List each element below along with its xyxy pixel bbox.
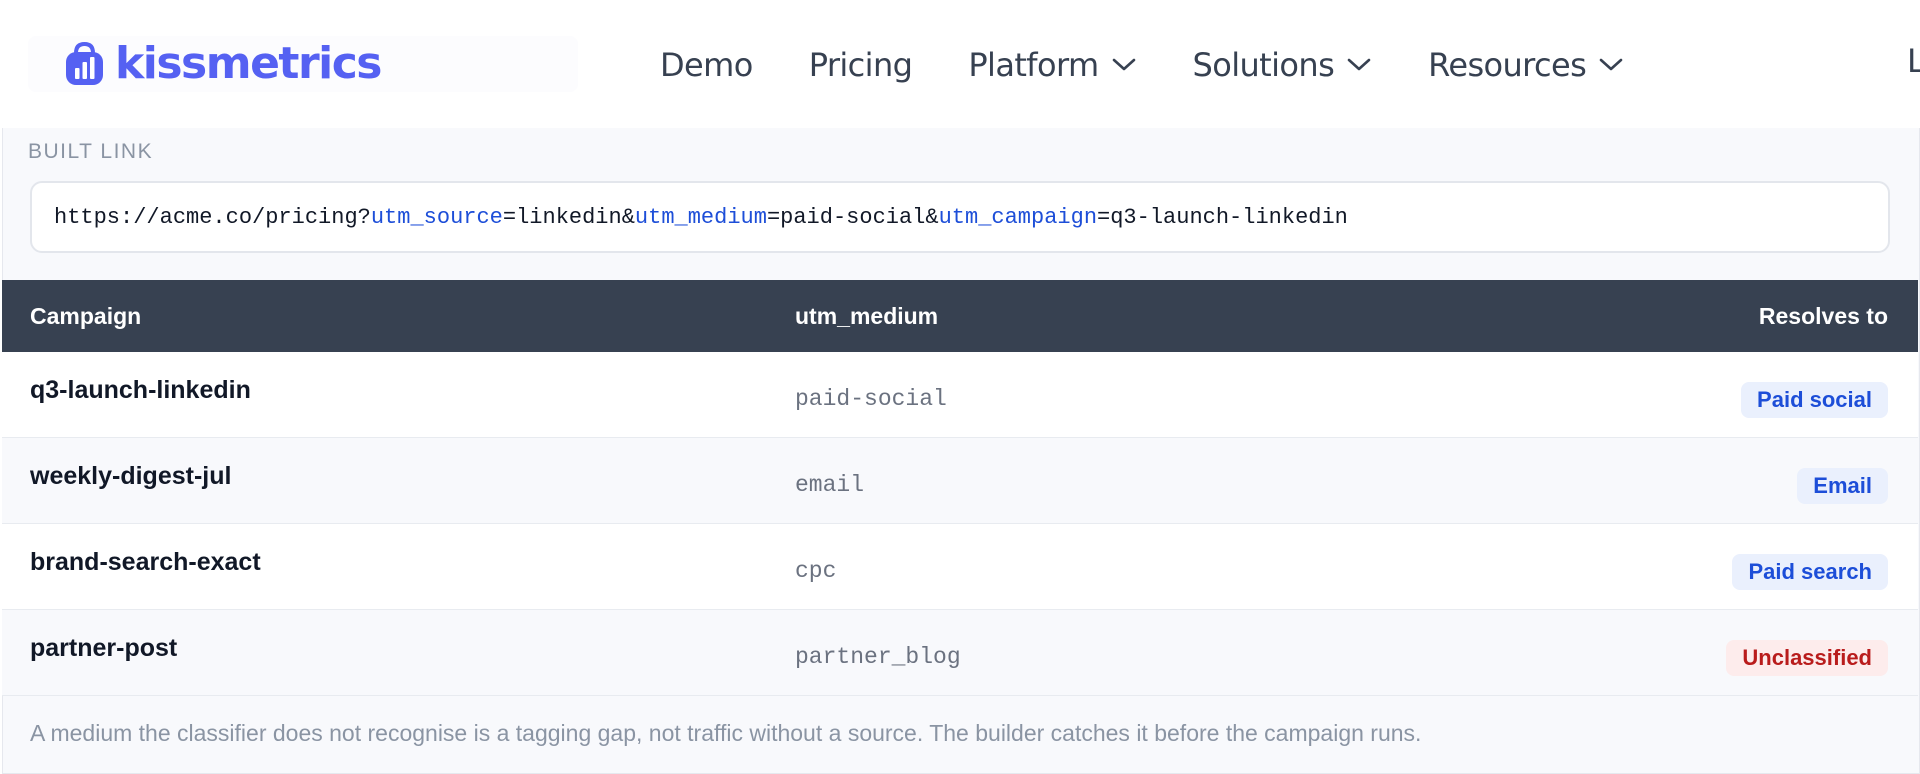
logo-bag-chart-icon [66,41,103,85]
nav-item-label: Platform [968,46,1099,84]
chevron-down-icon [1112,58,1135,71]
campaign-name: weekly-digest-jul [30,462,232,490]
param-key-campaign: utm_campaign [938,204,1098,230]
campaign-table: Campaign utm_medium Resolves to q3-launc… [2,280,1918,696]
status-badge: Paid search [1732,554,1888,590]
param-key-medium: utm_medium [634,204,767,230]
param-key-source: utm_source [370,204,503,230]
table-header: Campaign utm_medium Resolves to [2,280,1918,352]
table-row: brand-search-exact cpc Paid search [2,524,1918,610]
status-badge: Paid social [1741,382,1888,418]
chevron-down-icon [1347,58,1371,71]
nav-item-label: Pricing [808,46,913,84]
nav-item-label: Demo [660,46,753,84]
medium-value: partner_blog [795,644,961,670]
column-header-resolves: Resolves to [1758,302,1888,329]
param-value-medium: =paid-social& [766,204,939,230]
table-row: partner-post partner_blog Unclassified [2,610,1918,696]
param-value-campaign: =q3-launch-linkedin [1097,204,1348,230]
logo-wordmark: kissmetrics [115,38,383,89]
campaign-name: partner-post [30,634,178,662]
footnote-text: A medium the classifier does not recogni… [30,720,1422,746]
nav-item-resources[interactable]: Resources [1428,46,1624,84]
built-link-field[interactable]: https://acme.co/pricing? utm_source =linke… [30,181,1890,253]
status-badge: Email [1797,468,1888,504]
medium-value: cpc [795,558,837,584]
status-badge-unclassified: Unclassified [1726,640,1888,676]
medium-value: email [795,472,865,498]
site-header: kissmetrics Demo Pricing Platform Soluti… [0,0,1920,128]
main-nav: Demo Pricing Platform Solutions Resource… [660,42,1680,88]
table-row: q3-launch-linkedin paid-social Paid soci… [2,352,1918,438]
medium-value: paid-social [795,386,947,412]
nav-item-truncated[interactable]: L [1907,42,1920,80]
nav-item-label: Solutions [1192,46,1335,84]
table-row: weekly-digest-jul email Email [2,438,1918,524]
nav-item-solutions[interactable]: Solutions [1193,46,1373,84]
param-value-source: =linkedin& [502,204,635,230]
nav-item-pricing[interactable]: Pricing [809,46,913,84]
chevron-down-icon [1599,58,1623,71]
nav-item-label: Resources [1428,46,1587,84]
campaign-name: brand-search-exact [30,548,261,576]
column-header-campaign: Campaign [30,302,142,329]
built-link-label: BUILT LINK [28,140,154,163]
campaign-name: q3-launch-linkedin [30,376,251,404]
nav-item-platform[interactable]: Platform [968,46,1136,84]
logo-link[interactable]: kissmetrics [64,34,383,94]
column-header-medium: utm_medium [795,302,939,329]
nav-item-demo[interactable]: Demo [660,46,753,84]
link-base: https://acme.co/pricing? [54,204,371,230]
